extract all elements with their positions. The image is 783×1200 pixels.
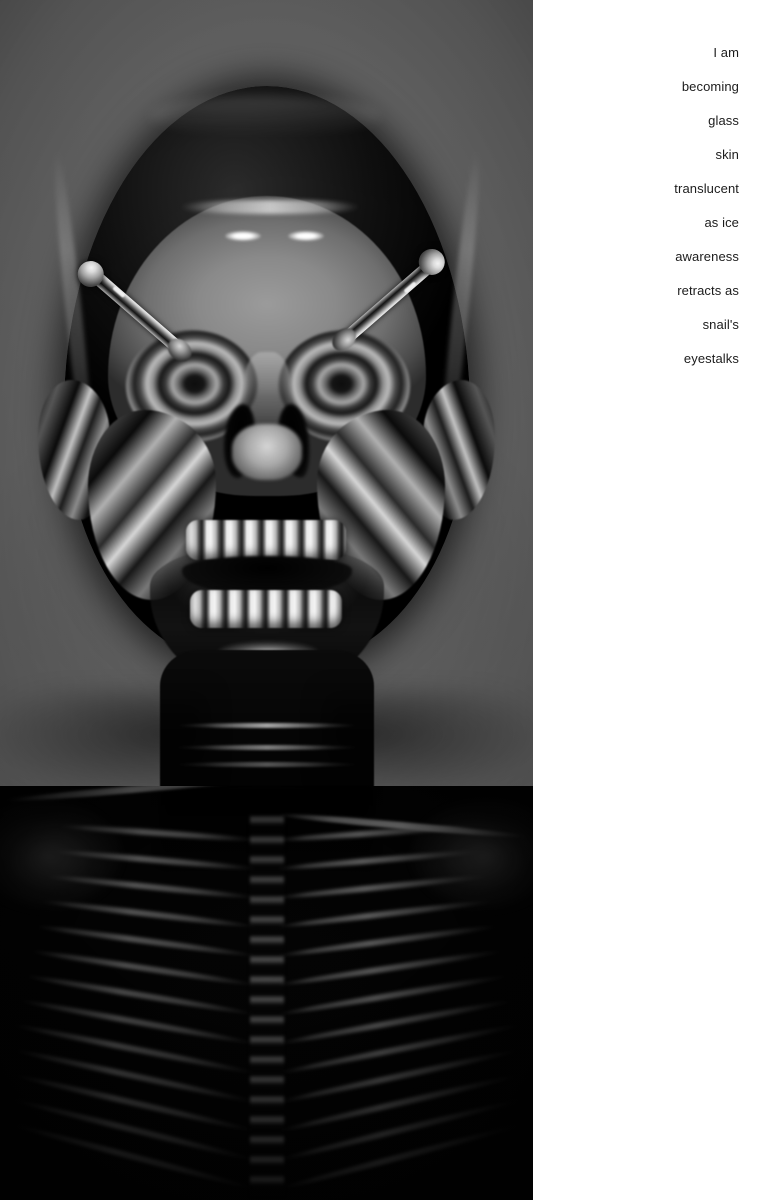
rib — [40, 898, 258, 930]
poster-canvas: I am becoming glass skin translucent as ice aw… — [0, 0, 783, 1200]
glass-skull — [0, 0, 533, 800]
poem-line: eyestalks — [683, 351, 739, 366]
crown-specular-sheen — [150, 96, 380, 136]
lower-teeth — [190, 590, 342, 628]
poem-line: retracts as — [677, 283, 739, 298]
poem-line: I am — [713, 45, 739, 60]
poem-line: glass — [708, 113, 739, 128]
rib — [12, 1097, 256, 1163]
rib — [11, 1021, 257, 1077]
rib — [277, 997, 517, 1047]
rib — [12, 1072, 256, 1134]
upper-teeth — [186, 520, 346, 560]
rib — [278, 1072, 522, 1134]
rib — [12, 1047, 256, 1105]
poem-line: becoming — [681, 79, 739, 94]
shoulder-shadow-left — [0, 690, 210, 800]
nasal-plate — [232, 424, 302, 480]
rib — [34, 923, 258, 959]
poem-line: awareness — [675, 249, 739, 264]
rib — [278, 1047, 522, 1105]
brow-reflection-band — [180, 200, 360, 214]
poem-line: snail's — [702, 317, 739, 332]
shoulder-shadow-right — [322, 690, 533, 800]
poem-line: translucent — [674, 181, 739, 196]
poem-text: I am becoming glass skin translucent as ice aw… — [559, 36, 739, 376]
poem-line: as ice — [704, 215, 739, 230]
forehead-highlight-right — [288, 231, 324, 241]
rib — [277, 1021, 523, 1077]
rib — [276, 898, 494, 930]
spine — [250, 816, 284, 1196]
poem-line: skin — [715, 147, 739, 162]
poem-panel: I am becoming glass skin translucent as ice aw… — [533, 0, 783, 1200]
rib — [17, 997, 257, 1047]
artwork-image — [0, 0, 533, 1200]
forehead-highlight-left — [225, 231, 261, 241]
ribcage — [0, 786, 533, 1200]
